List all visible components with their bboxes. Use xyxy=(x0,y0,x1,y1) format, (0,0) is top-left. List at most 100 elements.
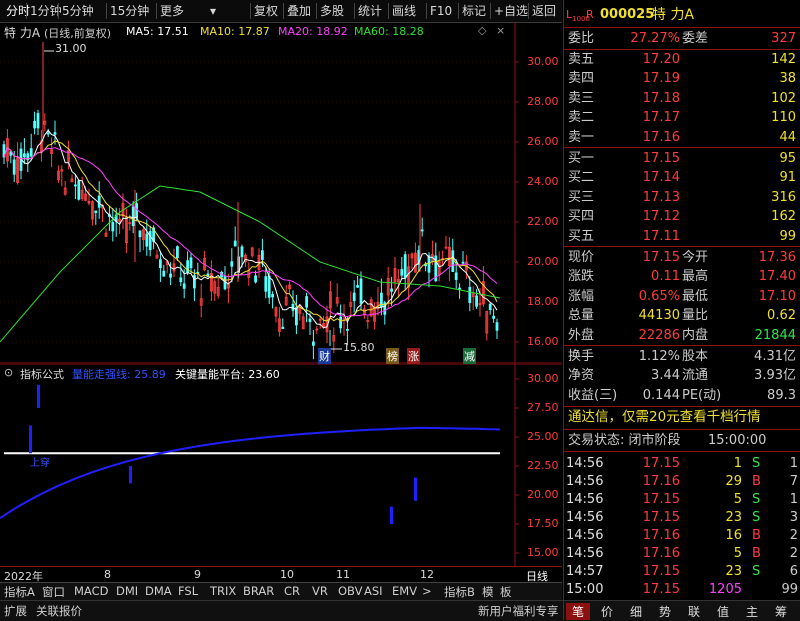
tick-row: 14:56 17.16 29 B 7 xyxy=(564,472,800,491)
indicator-tab-14[interactable]: 指标B xyxy=(444,584,475,600)
tick-price: 17.16 xyxy=(642,546,680,561)
quote-tab-4[interactable]: 联 xyxy=(688,603,700,620)
indicator-tab-3[interactable]: DMI xyxy=(116,584,138,598)
tick-price: 17.15 xyxy=(642,492,680,507)
stat-label: 总量 xyxy=(568,308,595,324)
buy-label: 买三 xyxy=(568,189,595,205)
indicator-tab-10[interactable]: OBV xyxy=(338,584,362,598)
indicator-tab-0[interactable]: 指标A xyxy=(4,584,35,600)
quote-tab-2[interactable]: 细 xyxy=(630,603,642,620)
toolbar-item-2[interactable]: 5分钟 xyxy=(62,3,94,19)
stat-row: 涨跌 0.11 最高 17.40 xyxy=(564,267,800,286)
indicator-line1: 量能走强线: 25.89 xyxy=(72,368,166,381)
indicator-tab-13[interactable]: > xyxy=(422,584,432,598)
candle-body xyxy=(390,288,394,292)
quote-tab-1[interactable]: 价 xyxy=(601,603,613,620)
stat-row: 总量 44130 量比 0.62 xyxy=(564,306,800,325)
indicator-tab-16[interactable]: 板 xyxy=(500,584,512,600)
candle-body xyxy=(46,132,50,135)
indicator-tab-2[interactable]: MACD xyxy=(74,584,108,598)
indicator-tab-5[interactable]: FSL xyxy=(178,584,198,598)
buy-label: 买四 xyxy=(568,209,595,225)
status-tab-related[interactable]: 关联报价 xyxy=(36,603,82,619)
indicator-panel[interactable]: ⊙ 指标公式 量能走强线: 25.89 关键量能平台: 23.60 上穿 30.… xyxy=(0,363,562,566)
toolbar-item-12[interactable]: +自选 xyxy=(494,3,528,19)
indicator-tab-6[interactable]: TRIX xyxy=(210,584,236,598)
buy-row: 买一 17.15 95 xyxy=(564,149,800,168)
tick-side: S xyxy=(752,510,761,525)
tick-time: 14:56 xyxy=(566,510,604,525)
status-tab-expand[interactable]: 扩展 xyxy=(4,603,27,619)
quote-tab-5[interactable]: 值 xyxy=(717,603,729,620)
quote-tab-6[interactable]: 主 xyxy=(746,603,758,620)
candle-body xyxy=(495,322,499,331)
tick-row: 14:56 17.15 1 S 1 xyxy=(564,454,800,473)
tag-reduce[interactable]: 减 xyxy=(463,348,476,364)
quote-tab-3[interactable]: 势 xyxy=(659,603,671,620)
toolbar-item-9[interactable]: 画线 xyxy=(392,3,416,19)
sell-price: 17.16 xyxy=(642,129,680,145)
candle-body xyxy=(356,285,360,288)
indicator-tab-9[interactable]: VR xyxy=(312,584,328,598)
info-value: 3.93亿 xyxy=(754,368,796,384)
axis-month-12: 12 xyxy=(420,568,434,581)
indicator-tab-1[interactable]: 窗口 xyxy=(42,584,65,600)
candle-body xyxy=(230,261,234,267)
toolbar-item-1[interactable]: 1分钟 xyxy=(30,3,62,19)
tick-row: 14:56 17.16 16 B 2 xyxy=(564,526,800,545)
tag-limit[interactable]: 涨 xyxy=(407,348,420,364)
stat-value: 0.11 xyxy=(651,269,680,285)
buy-row: 买二 17.14 91 xyxy=(564,168,800,187)
candle-body xyxy=(305,296,309,308)
more-dropdown-icon[interactable]: ▾ xyxy=(210,3,216,19)
toolbar-item-10[interactable]: F10 xyxy=(430,3,452,19)
indicator-tab-8[interactable]: CR xyxy=(284,584,300,598)
tick-volume: 23 xyxy=(725,564,742,579)
price-tick: 22.00 xyxy=(527,215,559,228)
tick-volume: 5 xyxy=(733,546,742,561)
tick-side: B xyxy=(752,546,761,561)
toolbar-item-4[interactable]: 更多 xyxy=(160,3,184,19)
buy-row: 买三 17.13 316 xyxy=(564,188,800,207)
stat-value: 0.62 xyxy=(767,308,796,324)
candle-body xyxy=(451,250,455,272)
indicator-tick: 17.50 xyxy=(527,517,559,530)
sell-label: 卖四 xyxy=(568,71,595,87)
indicator-menu-icon[interactable]: ⊙ xyxy=(4,366,13,379)
info-label: PE(动) xyxy=(682,387,722,403)
ad-row: 通达信，仅需20元查看千档行情 xyxy=(564,408,800,428)
ad-link[interactable]: 通达信，仅需20元查看千档行情 xyxy=(568,408,761,427)
toolbar-item-8[interactable]: 统计 xyxy=(358,3,382,19)
buy-row: 买四 17.12 162 xyxy=(564,207,800,226)
indicator-tab-4[interactable]: DMA xyxy=(145,584,172,598)
toolbar-item-3[interactable]: 15分钟 xyxy=(110,3,149,19)
quote-tab-0[interactable]: 笔 xyxy=(566,603,591,620)
promo-link[interactable]: 新用户福利专享 xyxy=(478,603,559,619)
weidiff-label: 委差 xyxy=(682,31,709,46)
indicator-tab-7[interactable]: BRAR xyxy=(243,584,274,598)
toolbar-item-7[interactable]: 多股 xyxy=(320,3,344,19)
tag-finance[interactable]: 财 xyxy=(318,348,331,364)
quote-tab-7[interactable]: 筹 xyxy=(775,603,787,620)
indicator-title[interactable]: 指标公式 xyxy=(20,366,64,382)
indicator-tab-12[interactable]: EMV xyxy=(392,584,417,598)
tag-rank[interactable]: 榜 xyxy=(386,348,399,364)
weidiff-value: 327 xyxy=(771,31,796,46)
tick-time: 14:56 xyxy=(566,474,604,489)
candle-body xyxy=(74,184,77,187)
candle-body xyxy=(12,159,16,175)
toolbar-item-5[interactable]: 复权 xyxy=(254,3,278,19)
indicator-tab-11[interactable]: ASI xyxy=(364,584,383,598)
toolbar-item-6[interactable]: 叠加 xyxy=(287,3,311,19)
indicator-tick: 27.50 xyxy=(527,401,559,414)
indicator-tab-15[interactable]: 模 xyxy=(482,584,494,600)
toolbar-item-13[interactable]: 返回 xyxy=(532,3,556,19)
candle-body xyxy=(468,286,472,304)
cross-label: 上穿 xyxy=(30,458,50,469)
kline-chart[interactable]: 特 力A (日线,前复权) MA5: 17.51 MA10: 17.87 MA2… xyxy=(0,22,562,364)
diamond-icon[interactable]: ◇ xyxy=(478,24,486,37)
toolbar-item-11[interactable]: 标记 xyxy=(462,3,486,19)
sell-row: 卖四 17.19 38 xyxy=(564,69,800,88)
close-icon[interactable]: × xyxy=(496,24,505,37)
candle-body xyxy=(294,307,298,326)
